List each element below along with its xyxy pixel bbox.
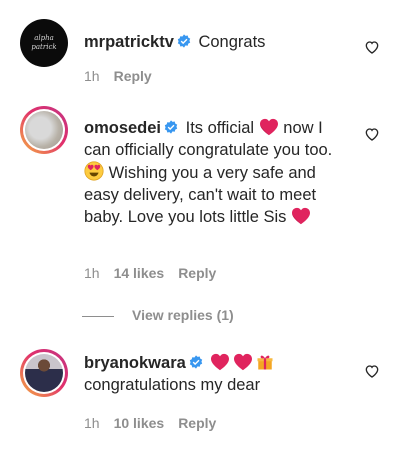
avatar[interactable] [20, 349, 68, 397]
heart-outline-icon[interactable] [364, 126, 380, 142]
comment-username[interactable]: mrpatricktv [84, 33, 174, 51]
comment-likes[interactable]: 14 likes [114, 265, 165, 281]
comment-text: congratulations my dear [84, 376, 261, 394]
verified-badge-icon [164, 120, 178, 134]
comment-text: Wishing you a very safe and easy deliver… [84, 164, 317, 226]
view-replies-label: View replies (1) [132, 307, 234, 323]
avatar-photo [25, 354, 63, 392]
replies-divider [82, 315, 114, 317]
verified-badge-icon [177, 34, 191, 48]
reply-button[interactable]: Reply [178, 415, 216, 431]
heart-outline-icon[interactable] [364, 39, 380, 55]
comment-likes[interactable]: 10 likes [114, 415, 165, 431]
comment-time[interactable]: 1h [84, 68, 100, 84]
comment-body: mrpatricktv Congrats [84, 31, 352, 53]
red-heart-emoji-icon [259, 118, 278, 136]
heart-outline-icon[interactable] [364, 363, 380, 379]
view-replies-button[interactable]: View replies (1) [82, 307, 234, 323]
avatar-inner [23, 109, 65, 151]
comment-body: omosedei Its official now I can official… [84, 117, 352, 228]
heart-eyes-emoji-icon [84, 161, 104, 181]
comment-meta: 1h 10 likes Reply [84, 415, 230, 431]
verified-badge-icon [189, 355, 202, 369]
reply-button[interactable]: Reply [178, 265, 216, 281]
red-heart-emoji-icon [234, 353, 253, 371]
comment-text: Congrats [198, 33, 266, 51]
avatar[interactable]: alpha patrick [20, 19, 68, 67]
comment-time[interactable]: 1h [84, 265, 100, 281]
comment-username[interactable]: omosedei [84, 119, 161, 137]
red-heart-emoji-icon [211, 353, 230, 371]
avatar[interactable] [20, 106, 68, 154]
comment-body: bryanokwara congratulations my dear [84, 352, 352, 396]
comment-text: Its official [185, 119, 259, 137]
comment-time[interactable]: 1h [84, 415, 100, 431]
gift-emoji-icon [257, 355, 273, 370]
comment-meta: 1h Reply [84, 68, 166, 84]
comment-meta: 1h 14 likes Reply [84, 265, 230, 281]
comment-username[interactable]: bryanokwara [84, 354, 186, 372]
avatar-inner [23, 352, 65, 394]
red-heart-emoji-icon [291, 207, 310, 225]
reply-button[interactable]: Reply [114, 68, 152, 84]
avatar-photo [25, 111, 63, 149]
avatar-logo: alpha patrick [31, 34, 57, 51]
